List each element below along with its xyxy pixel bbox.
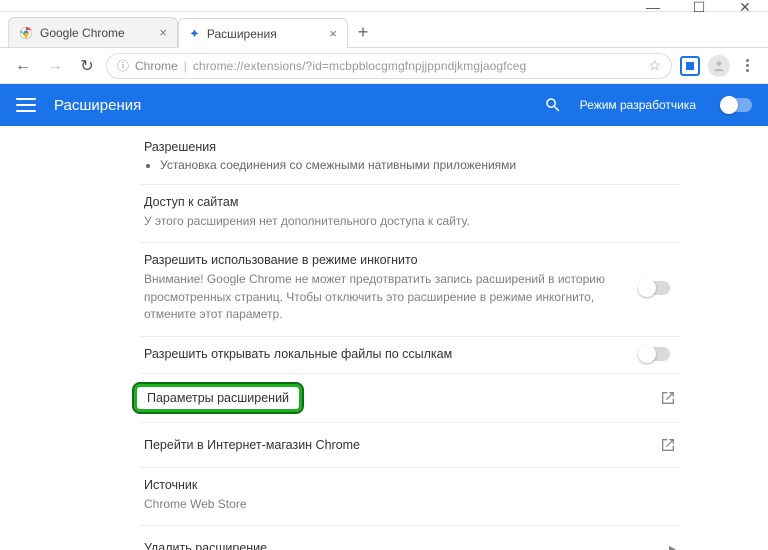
close-tab-icon[interactable]: ×	[159, 25, 167, 40]
menu-icon[interactable]	[16, 98, 36, 112]
toolbar-row: ← → ↻ ⓘ Chrome | chrome://extensions/?id…	[0, 48, 768, 84]
source-section: Источник Chrome Web Store	[140, 468, 680, 526]
settings-sheet: Разрешения Установка соединения со смежн…	[140, 130, 680, 550]
permissions-item: Установка соединения со смежными нативны…	[160, 158, 676, 172]
extension-options-label: Параметры расширений	[134, 384, 302, 412]
incognito-section: Разрешить использование в режиме инкогни…	[140, 243, 680, 336]
extension-toolbar-icon[interactable]	[678, 54, 702, 78]
permissions-section: Разрешения Установка соединения со смежн…	[140, 130, 680, 185]
incognito-title: Разрешить использование в режиме инкогни…	[144, 253, 640, 267]
chevron-right-icon: ▸	[669, 540, 676, 550]
window-title-bar: — ☐ ✕	[0, 0, 768, 12]
permissions-title: Разрешения	[144, 140, 676, 154]
dev-mode-label: Режим разработчика	[580, 98, 696, 112]
remove-extension-row[interactable]: Удалить расширение ▸	[140, 526, 680, 550]
url-scheme: Chrome	[135, 59, 178, 73]
web-store-row[interactable]: Перейти в Интернет-магазин Chrome	[140, 423, 680, 468]
close-tab-icon[interactable]: ×	[329, 26, 337, 41]
address-bar[interactable]: ⓘ Chrome | chrome://extensions/?id=mcbpb…	[106, 53, 672, 79]
reload-button[interactable]: ↻	[74, 53, 100, 79]
profile-avatar[interactable]	[708, 55, 730, 77]
extension-options-row[interactable]: Параметры расширений	[140, 374, 680, 423]
site-info-icon[interactable]: ⓘ	[117, 57, 129, 74]
new-tab-button[interactable]: +	[348, 17, 378, 47]
incognito-toggle[interactable]	[640, 281, 670, 295]
site-access-desc: У этого расширения нет дополнительного д…	[144, 213, 676, 230]
bookmark-icon[interactable]: ☆	[648, 57, 661, 74]
tab-title: Google Chrome	[40, 26, 152, 40]
extensions-toolbar: Расширения Режим разработчика	[0, 84, 768, 126]
open-external-icon	[660, 390, 676, 406]
extension-icon: ✦	[189, 26, 200, 42]
file-urls-toggle[interactable]	[640, 347, 670, 361]
file-urls-section: Разрешить открывать локальные файлы по с…	[140, 337, 680, 374]
menu-button[interactable]	[736, 55, 758, 77]
tab-extensions[interactable]: ✦ Расширения ×	[178, 18, 348, 48]
source-title: Источник	[144, 478, 676, 492]
tab-title: Расширения	[207, 27, 323, 41]
web-store-label: Перейти в Интернет-магазин Chrome	[144, 438, 360, 452]
back-button[interactable]: ←	[10, 53, 36, 79]
tab-google-chrome[interactable]: Google Chrome ×	[8, 17, 178, 47]
incognito-desc: Внимание! Google Chrome не может предотв…	[144, 271, 640, 323]
open-external-icon	[660, 437, 676, 453]
site-access-section: Доступ к сайтам У этого расширения нет д…	[140, 185, 680, 243]
content-area: Разрешения Установка соединения со смежн…	[0, 126, 768, 550]
file-urls-title: Разрешить открывать локальные файлы по с…	[144, 347, 640, 361]
chrome-icon	[19, 26, 33, 40]
dev-mode-toggle[interactable]	[722, 98, 752, 112]
remove-extension-label: Удалить расширение	[144, 541, 267, 550]
forward-button[interactable]: →	[42, 53, 68, 79]
search-icon[interactable]	[544, 96, 562, 114]
source-value: Chrome Web Store	[144, 496, 676, 513]
tab-strip: Google Chrome × ✦ Расширения × +	[0, 12, 768, 48]
page-title: Расширения	[54, 97, 526, 114]
site-access-title: Доступ к сайтам	[144, 195, 676, 209]
url-text: chrome://extensions/?id=mcbpblocgmgfnpjj…	[193, 59, 526, 73]
